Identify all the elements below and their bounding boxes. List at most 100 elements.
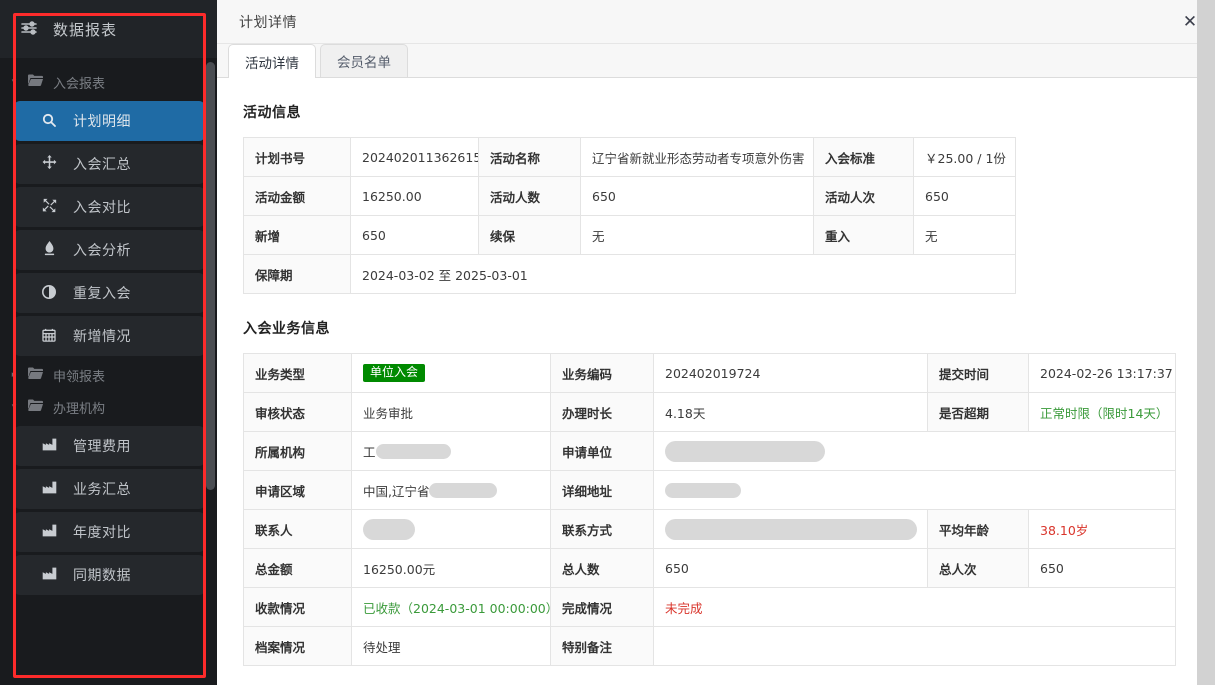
- cell-label: 保障期: [243, 254, 351, 294]
- sidebar-item-label: 计划明细: [73, 114, 131, 130]
- cell-value-redacted: [653, 431, 1176, 471]
- cell-value: 650: [1028, 548, 1176, 588]
- sidebar-group-label: 入会报表: [53, 76, 106, 92]
- sidebar: 数据报表 ▾ 入会报表 计划明细 入会汇总 入会对比 入会分析 重复入会 新增情…: [0, 0, 217, 685]
- cell-label: 联系人: [243, 509, 352, 549]
- search-icon: [40, 113, 58, 130]
- cell-value-redacted: 工: [351, 431, 551, 471]
- cell-value-badge: 单位入会: [351, 353, 551, 393]
- redacted-mask: [665, 440, 825, 462]
- contrast-circle-icon: [40, 284, 58, 302]
- sidebar-item-ruhui-fenxi[interactable]: 入会分析: [14, 230, 205, 270]
- status-badge: 单位入会: [363, 363, 426, 383]
- panel-content: 活动信息 计划书号 202402011362615 活动名称 辽宁省新就业形态劳…: [217, 79, 1215, 685]
- sidebar-item-jihua-mingxi[interactable]: 计划明细: [14, 101, 205, 141]
- chevron-down-icon: ▾: [11, 401, 17, 412]
- sidebar-item-ruhui-huizong[interactable]: 入会汇总: [14, 144, 205, 184]
- sidebar-group-label: 办理机构: [53, 401, 106, 417]
- cell-value: 650: [580, 176, 814, 216]
- table-row: 收款情况 已收款（2024-03-01 00:00:00） 完成情况 未完成: [243, 587, 1176, 627]
- folder-open-icon: [28, 74, 45, 90]
- redacted-mask: [375, 443, 451, 459]
- sidebar-item-label: 同期数据: [73, 568, 131, 584]
- cell-value-avg-age: 38.10岁: [1028, 509, 1176, 549]
- cell-label: 总金额: [243, 548, 352, 588]
- tab-huodong-xiangqing[interactable]: 活动详情: [228, 44, 316, 78]
- cell-value-redacted: [351, 509, 551, 549]
- page-scrollbar[interactable]: [1197, 0, 1215, 685]
- app-root: 数据报表 ▾ 入会报表 计划明细 入会汇总 入会对比 入会分析 重复入会 新增情…: [0, 0, 1215, 685]
- cell-value: ￥25.00 / 1份: [913, 137, 1016, 177]
- calendar-icon: [40, 328, 58, 345]
- cell-value-redacted: 中国,辽宁省: [351, 470, 551, 510]
- sidebar-item-chongfu-ruhui[interactable]: 重复入会: [14, 273, 205, 313]
- sidebar-item-xinzeng-qingkuang[interactable]: 新增情况: [14, 316, 205, 356]
- cell-value-prefix: 工: [363, 444, 376, 460]
- cell-value: 202402019724: [653, 353, 928, 393]
- table-row: 申请区域 中国,辽宁省 详细地址: [243, 470, 1176, 510]
- cell-label: 总人次: [927, 548, 1029, 588]
- sidebar-group-label: 申领报表: [53, 369, 106, 385]
- cell-value: [653, 626, 1176, 666]
- sidebar-item-label: 新增情况: [73, 329, 131, 345]
- main-panel: 计划详情 ✕ 活动详情 会员名单 活动信息 计划书号 2024020113626…: [217, 0, 1215, 685]
- chart-bar-icon: [40, 524, 58, 540]
- sidebar-group-shenling-baobiao[interactable]: ▸ 申领报表: [0, 359, 217, 391]
- cell-value-overdue: 正常时限（限时14天）: [1028, 392, 1176, 432]
- sidebar-item-label: 入会对比: [73, 200, 131, 216]
- cell-label: 入会标准: [813, 137, 914, 177]
- cell-label: 重入: [813, 215, 914, 255]
- sidebar-item-niandu-duibi[interactable]: 年度对比: [14, 512, 205, 552]
- chevron-down-icon: ▾: [11, 76, 17, 87]
- tab-bar: 活动详情 会员名单: [217, 44, 1215, 78]
- folder-open-icon: [28, 399, 45, 415]
- cell-label: 档案情况: [243, 626, 352, 666]
- cell-value: 16250.00元: [351, 548, 551, 588]
- cell-value-payment: 已收款（2024-03-01 00:00:00）: [351, 587, 551, 627]
- sidebar-item-yewu-huizong[interactable]: 业务汇总: [14, 469, 205, 509]
- cell-value: 2024-03-02 至 2025-03-01: [350, 254, 1016, 294]
- panel-header: 计划详情 ✕: [217, 0, 1215, 44]
- section-title-activity: 活动信息: [243, 105, 301, 121]
- table-row: 新增 650 续保 无 重入 无: [243, 215, 1016, 255]
- cell-value: 无: [580, 215, 814, 255]
- arrows-move-icon: [40, 155, 58, 173]
- table-row: 审核状态 业务审批 办理时长 4.18天 是否超期 正常时限（限时14天）: [243, 392, 1176, 432]
- sidebar-group-banli-jigou[interactable]: ▾ 办理机构: [0, 391, 217, 423]
- flame-icon: [40, 241, 58, 259]
- chart-bar-icon: [40, 438, 58, 454]
- cell-label: 完成情况: [550, 587, 654, 627]
- cell-value-prefix: 中国,辽宁省: [363, 483, 430, 499]
- page-title: 计划详情: [239, 14, 297, 31]
- cell-value: 辽宁省新就业形态劳动者专项意外伤害: [580, 137, 814, 177]
- cell-label: 平均年龄: [927, 509, 1029, 549]
- cell-value-redacted: [653, 470, 1176, 510]
- sidebar-group-ruhui-baobiao[interactable]: ▾ 入会报表: [0, 66, 217, 98]
- cell-value: 650: [913, 176, 1016, 216]
- tab-huiyuan-mingdan[interactable]: 会员名单: [320, 44, 408, 77]
- cell-value: 202402011362615: [350, 137, 479, 177]
- cell-label: 提交时间: [927, 353, 1029, 393]
- cell-value: 650: [350, 215, 479, 255]
- cell-label: 总人数: [550, 548, 654, 588]
- sidebar-item-label: 年度对比: [73, 525, 131, 541]
- table-row: 业务类型 单位入会 业务编码 202402019724 提交时间 2024-02…: [243, 353, 1176, 393]
- cell-label: 业务类型: [243, 353, 352, 393]
- cell-value: 2024-02-26 13:17:37: [1028, 353, 1176, 393]
- sidebar-item-label: 入会汇总: [73, 157, 131, 173]
- table-row: 保障期 2024-03-02 至 2025-03-01: [243, 254, 1016, 294]
- page-scrollbar-thumb[interactable]: [1199, 0, 1213, 640]
- sidebar-item-tongqi-shuju[interactable]: 同期数据: [14, 555, 205, 595]
- redacted-mask: [429, 482, 498, 498]
- table-row: 活动金额 16250.00 活动人数 650 活动人次 650: [243, 176, 1016, 216]
- cell-value-completion: 未完成: [653, 587, 1176, 627]
- sidebar-scrollbar[interactable]: [206, 62, 215, 490]
- cell-label: 活动金额: [243, 176, 351, 216]
- sidebar-item-ruhui-duibi[interactable]: 入会对比: [14, 187, 205, 227]
- section-title-business: 入会业务信息: [243, 321, 330, 337]
- chart-bar-icon: [40, 481, 58, 497]
- sidebar-item-guanli-feiyong[interactable]: 管理费用: [14, 426, 205, 466]
- cell-label: 申请单位: [550, 431, 654, 471]
- cell-value: 业务审批: [351, 392, 551, 432]
- cell-label: 审核状态: [243, 392, 352, 432]
